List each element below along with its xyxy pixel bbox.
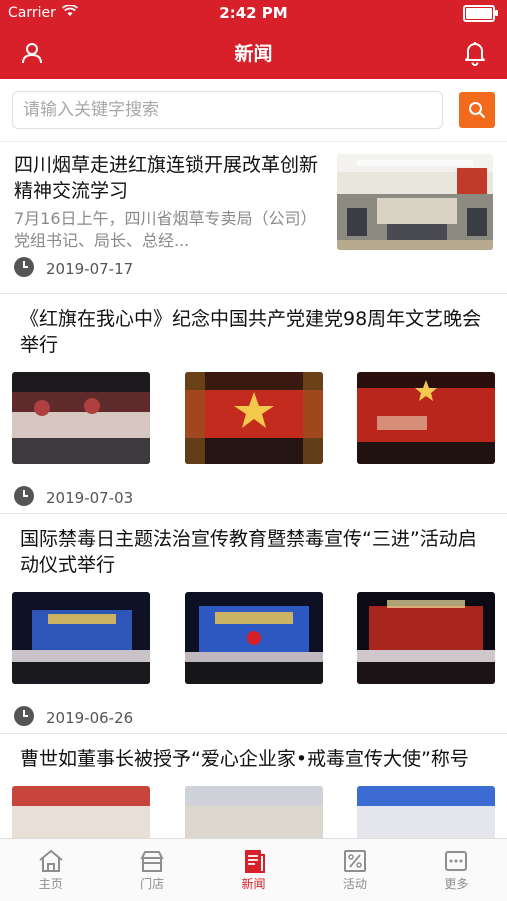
- status-bar: Carrier 2:42 PM: [0, 0, 507, 26]
- status-time: 2:42 PM: [219, 4, 288, 22]
- tab-label: 门店: [140, 876, 165, 891]
- tab-bar: 主页 门店 新闻 活动 更多: [0, 838, 507, 901]
- news-meta: 2019-07-17: [14, 257, 133, 281]
- news-thumbnails: [12, 372, 495, 464]
- battery-icon: [463, 4, 498, 22]
- news-meta: 2019-07-03: [14, 486, 487, 510]
- search-input[interactable]: [12, 91, 443, 129]
- news-date: 2019-06-26: [46, 709, 134, 727]
- search-icon: [469, 102, 485, 118]
- news-title: 曹世如董事长被授予“爱心企业家•戒毒宣传大使”称号: [20, 748, 469, 770]
- news-date: 2019-07-17: [46, 260, 134, 278]
- news-thumbnail: [184, 372, 323, 464]
- user-icon[interactable]: [16, 37, 48, 69]
- news-thumbnails: [12, 786, 495, 842]
- top-bar: Carrier 2:42 PM 新闻: [0, 0, 507, 79]
- news-thumbnail: [357, 786, 495, 842]
- news-thumbnail: [357, 592, 495, 684]
- search-button[interactable]: [459, 92, 495, 128]
- news-item[interactable]: 国际禁毒日主题法治宣传教育暨禁毒宣传“三进”活动启动仪式举行 2019-06-2…: [0, 514, 507, 734]
- app-screen: Carrier 2:42 PM 新闻 四川烟草走进红旗: [0, 0, 507, 901]
- news-title: 《红旗在我心中》纪念中国共产党建党98周年文艺晚会举行: [20, 308, 482, 356]
- news-thumbnail: [12, 786, 150, 842]
- news-thumbnail: [337, 154, 493, 250]
- tab-more[interactable]: 更多: [406, 839, 507, 901]
- discount-icon: [343, 849, 366, 872]
- store-icon: [140, 850, 164, 872]
- tab-news[interactable]: 新闻: [203, 839, 304, 901]
- search-bar: [0, 79, 507, 142]
- tab-store[interactable]: 门店: [101, 839, 202, 901]
- news-thumbnail: [12, 592, 150, 684]
- news-thumbnail: [184, 592, 323, 684]
- news-meta: 2019-06-26: [14, 706, 487, 730]
- tab-label: 更多: [444, 876, 469, 891]
- more-icon: [445, 850, 468, 871]
- clock-icon: [14, 257, 34, 281]
- tab-home[interactable]: 主页: [0, 839, 101, 901]
- news-icon: [244, 849, 265, 873]
- news-thumbnail: [12, 372, 150, 464]
- tab-label: 新闻: [241, 876, 266, 891]
- clock-icon: [14, 706, 34, 730]
- home-icon: [39, 849, 63, 872]
- tab-label: 主页: [38, 876, 63, 891]
- news-title: 国际禁毒日主题法治宣传教育暨禁毒宣传“三进”活动启动仪式举行: [20, 528, 477, 576]
- news-date: 2019-07-03: [46, 489, 134, 507]
- news-title: 四川烟草走进红旗连锁开展改革创新精神交流学习: [14, 154, 319, 202]
- news-item[interactable]: 《红旗在我心中》纪念中国共产党建党98周年文艺晚会举行 2019-07-03: [0, 294, 507, 514]
- tab-label: 活动: [342, 876, 367, 891]
- tab-activity[interactable]: 活动: [304, 839, 405, 901]
- bell-icon[interactable]: [459, 37, 491, 69]
- news-item[interactable]: 四川烟草走进红旗连锁开展改革创新精神交流学习 7月16日上午，四川省烟草专卖局（…: [0, 142, 507, 294]
- nav-bar: 新闻: [0, 26, 507, 79]
- news-thumbnail: [184, 786, 323, 842]
- clock-icon: [14, 486, 34, 510]
- news-thumbnail: [357, 372, 495, 464]
- page-title: 新闻: [234, 43, 273, 65]
- news-summary: 7月16日上午，四川省烟草专卖局（公司）党组书记、局长、总经...: [14, 209, 317, 250]
- news-item[interactable]: 曹世如董事长被授予“爱心企业家•戒毒宣传大使”称号: [0, 734, 507, 842]
- news-feed[interactable]: 四川烟草走进红旗连锁开展改革创新精神交流学习 7月16日上午，四川省烟草专卖局（…: [0, 142, 507, 842]
- news-thumbnails: [12, 592, 495, 684]
